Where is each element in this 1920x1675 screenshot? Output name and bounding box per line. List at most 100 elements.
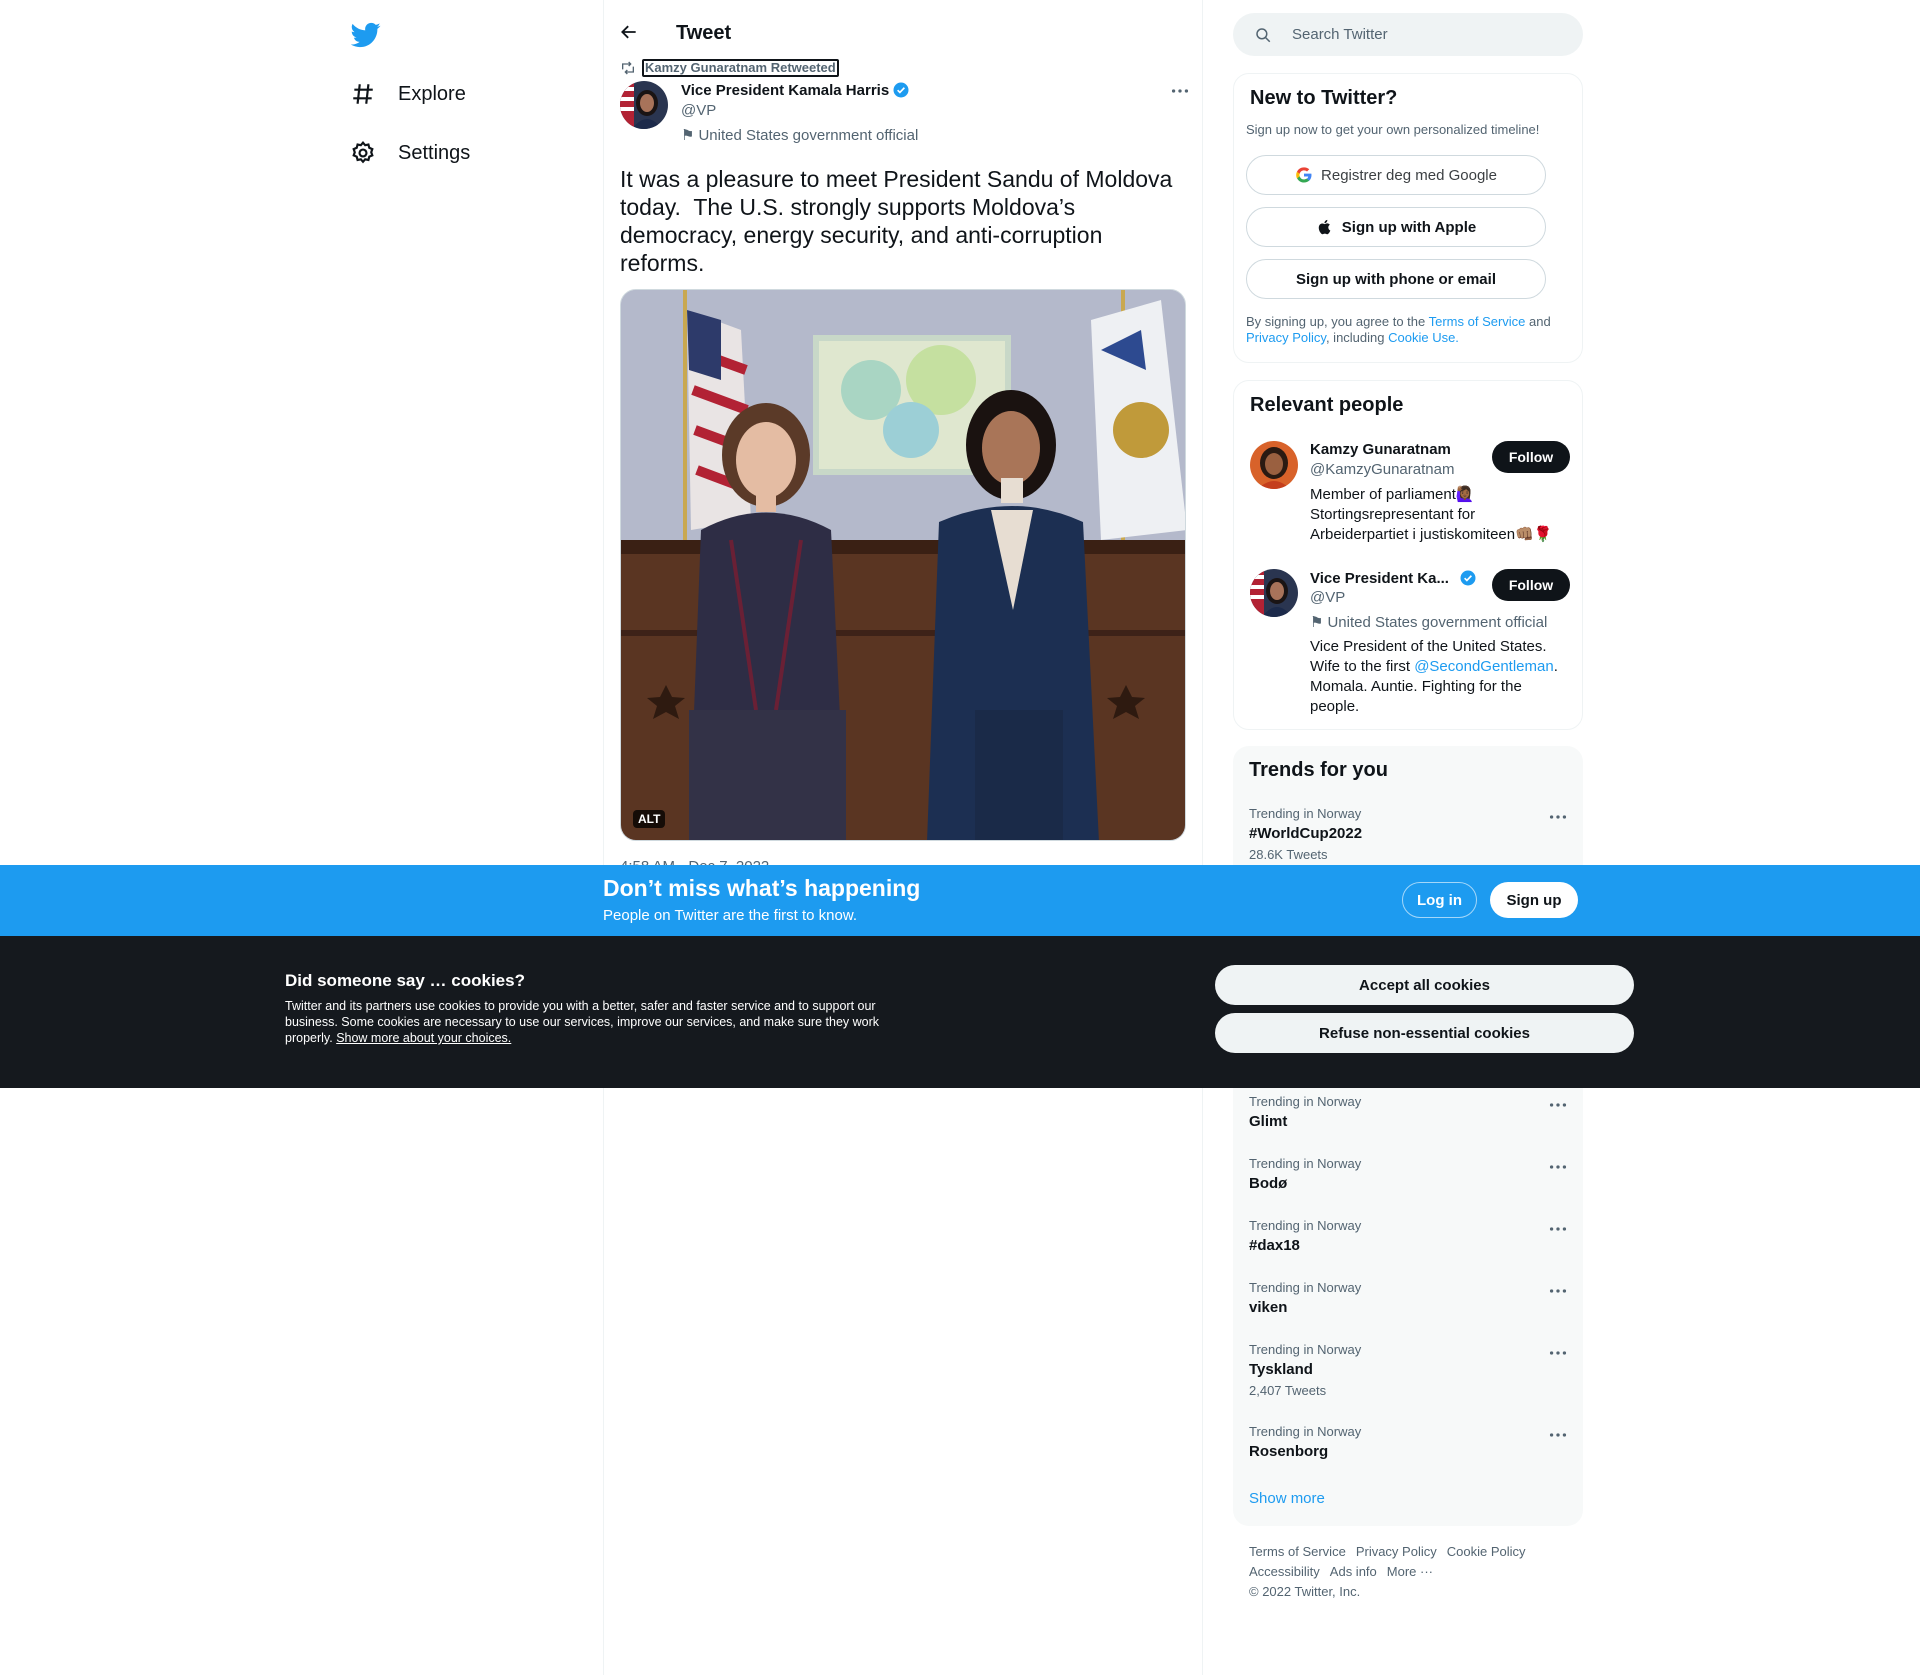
trend-item[interactable]: Trending in Norway Glimt xyxy=(1249,1094,1569,1130)
footer-link[interactable]: Ads info xyxy=(1330,1564,1377,1579)
card-title: Trends for you xyxy=(1249,759,1388,781)
trend-name: Tyskland xyxy=(1249,1361,1313,1378)
retweet-context: Kamzy Gunaratnam Retweeted xyxy=(620,59,839,77)
nav-item-explore[interactable]: Explore xyxy=(350,74,466,114)
phone-email-signup-button[interactable]: Sign up with phone or email xyxy=(1246,259,1546,299)
page-title: Tweet xyxy=(676,22,732,44)
author-handle[interactable]: @VP xyxy=(681,102,716,119)
google-signup-label: Registrer deg med Google xyxy=(1321,166,1497,184)
cookie-text: Twitter and its partners use cookies to … xyxy=(285,998,905,1046)
trend-count: 28.6K Tweets xyxy=(1249,847,1328,862)
more-options-icon[interactable] xyxy=(1547,1424,1569,1446)
author-name[interactable]: Vice President Kamala Harris xyxy=(681,81,910,99)
trend-context: Trending in Norway xyxy=(1249,1280,1362,1295)
government-flag-icon: ⚑ xyxy=(681,127,695,144)
person-bio: Vice President of the United States. Wif… xyxy=(1310,637,1570,717)
nav-item-settings[interactable]: Settings xyxy=(350,133,470,173)
banner-subtitle: People on Twitter are the first to know. xyxy=(603,907,858,924)
apple-signup-button[interactable]: Sign up with Apple xyxy=(1246,207,1546,247)
footer-link[interactable]: Accessibility xyxy=(1249,1564,1320,1579)
google-signup-button[interactable]: Registrer deg med Google xyxy=(1246,155,1546,195)
accept-cookies-button[interactable]: Accept all cookies xyxy=(1215,965,1634,1005)
terms-text: By signing up, you agree to the xyxy=(1246,314,1429,329)
more-options-icon[interactable] xyxy=(1547,806,1569,828)
twitter-bird-icon[interactable] xyxy=(351,20,381,50)
terms-notice: By signing up, you agree to the Terms of… xyxy=(1246,314,1566,346)
main-column: Tweet Kamzy Gunaratnam Retweeted Vice Pr… xyxy=(603,0,1203,1675)
footer-link[interactable]: Privacy Policy xyxy=(1356,1544,1437,1559)
trend-item[interactable]: Trending in Norway Tyskland 2,407 Tweets xyxy=(1249,1342,1569,1398)
avatar[interactable] xyxy=(1250,569,1298,617)
google-logo-icon xyxy=(1296,167,1312,183)
apple-signup-label: Sign up with Apple xyxy=(1341,218,1477,236)
relevant-people-card: Relevant people Kamzy Gunaratnam @KamzyG… xyxy=(1233,380,1583,730)
retweet-icon xyxy=(622,61,634,75)
more-options-icon[interactable] xyxy=(1547,1342,1569,1364)
cookie-choices-link[interactable]: Show more about your choices. xyxy=(336,1031,511,1045)
second-gentleman-link[interactable]: @SecondGentleman xyxy=(1414,658,1553,675)
author-name-text: Vice President Kamala Harris xyxy=(681,81,890,99)
footer-link[interactable]: Terms of Service xyxy=(1249,1544,1346,1559)
trend-item[interactable]: Trending in Norway Rosenborg xyxy=(1249,1424,1569,1460)
page-header: Tweet xyxy=(604,0,1204,53)
footer-link[interactable]: More ··· xyxy=(1387,1564,1433,1579)
more-options-icon[interactable] xyxy=(1547,1218,1569,1240)
terms-text: , including xyxy=(1325,330,1389,345)
more-options-icon[interactable] xyxy=(1169,80,1191,102)
alt-text-badge[interactable]: ALT xyxy=(633,810,666,828)
trend-item[interactable]: Trending in Norway viken xyxy=(1249,1280,1569,1316)
footer-link[interactable]: Cookie Policy xyxy=(1447,1544,1526,1559)
affiliation-label: ⚑ United States government official xyxy=(1310,613,1548,632)
trend-name: Rosenborg xyxy=(1249,1443,1329,1460)
cookie-use-link[interactable]: Cookie Use. xyxy=(1388,330,1459,345)
person-name: Vice President Ka... xyxy=(1310,569,1477,587)
follow-button[interactable]: Follow xyxy=(1492,569,1570,601)
search-icon xyxy=(1256,27,1271,42)
cookie-title: Did someone say … cookies? xyxy=(285,971,525,990)
government-flag-icon: ⚑ xyxy=(1310,614,1324,631)
person-name-text: Vice President Ka... xyxy=(1310,569,1449,587)
copyright: © 2022 Twitter, Inc. xyxy=(1249,1584,1361,1599)
more-options-icon[interactable] xyxy=(1547,1094,1569,1116)
person-handle: @KamzyGunaratnam xyxy=(1310,461,1455,478)
person-item[interactable]: Vice President Ka... @VP Follow ⚑ United… xyxy=(1250,569,1570,719)
refuse-cookies-button[interactable]: Refuse non-essential cookies xyxy=(1215,1013,1634,1053)
signup-banner: Don’t miss what’s happening People on Tw… xyxy=(0,865,1920,936)
more-options-icon[interactable] xyxy=(1547,1280,1569,1302)
trend-item[interactable]: Trending in Norway Bodø xyxy=(1249,1156,1569,1192)
affiliation-text: United States government official xyxy=(1327,613,1548,631)
hashtag-icon xyxy=(353,84,373,104)
phone-email-signup-label: Sign up with phone or email xyxy=(1295,270,1496,288)
tweet-photo[interactable]: ALT xyxy=(620,289,1186,841)
avatar[interactable] xyxy=(1250,441,1298,489)
search-input[interactable]: Search Twitter xyxy=(1233,13,1583,56)
cookie-banner: Did someone say … cookies? Twitter and i… xyxy=(0,936,1920,1088)
terms-of-service-link[interactable]: Terms of Service xyxy=(1429,314,1526,329)
signup-button[interactable]: Sign up xyxy=(1490,882,1578,918)
more-options-icon[interactable] xyxy=(1547,1156,1569,1178)
trend-context: Trending in Norway xyxy=(1249,1094,1362,1109)
affiliation-label: ⚑ United States government official xyxy=(681,126,918,145)
trend-name: Glimt xyxy=(1249,1113,1288,1130)
trend-item[interactable]: Trending in Norway #WorldCup2022 28.6K T… xyxy=(1249,806,1569,862)
follow-button[interactable]: Follow xyxy=(1492,441,1570,473)
trend-item[interactable]: Trending in Norway #dax18 xyxy=(1249,1218,1569,1254)
new-to-twitter-card: New to Twitter? Sign up now to get your … xyxy=(1233,73,1583,363)
trend-context: Trending in Norway xyxy=(1249,1424,1362,1439)
trends-card: Trends for you Trending in Norway #World… xyxy=(1233,746,1583,1526)
nav-item-label: Explore xyxy=(398,82,466,105)
verified-badge-icon xyxy=(893,82,909,98)
footer-links: Terms of Service Privacy Policy Cookie Pol… xyxy=(1249,1542,1569,1602)
card-title: Relevant people xyxy=(1250,394,1404,416)
apple-logo-icon xyxy=(1318,219,1331,235)
person-item[interactable]: Kamzy Gunaratnam @KamzyGunaratnam Follow… xyxy=(1250,441,1570,551)
arrow-left-icon[interactable] xyxy=(619,22,639,42)
trend-context: Trending in Norway xyxy=(1249,1218,1362,1233)
person-bio: Member of parliament🙋🏾‍♀️ Stortingsrepre… xyxy=(1310,486,1553,543)
retweeted-by-link[interactable]: Kamzy Gunaratnam Retweeted xyxy=(642,59,839,77)
avatar[interactable] xyxy=(620,81,668,129)
privacy-policy-link[interactable]: Privacy Policy xyxy=(1246,330,1326,345)
person-handle: @VP xyxy=(1310,589,1346,606)
login-button[interactable]: Log in xyxy=(1402,882,1477,918)
show-more-link[interactable]: Show more xyxy=(1249,1490,1325,1507)
